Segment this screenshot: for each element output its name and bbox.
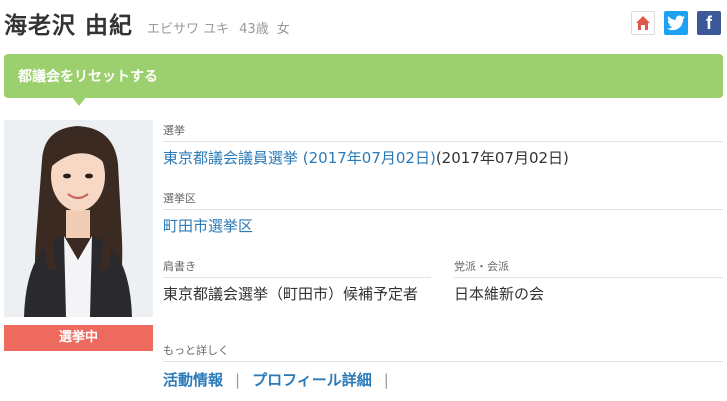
divider [163,141,723,142]
activity-link[interactable]: 活動情報 [163,369,223,390]
twitter-button[interactable] [664,11,688,35]
social-buttons: f [631,11,721,35]
divider [163,209,723,210]
election-value: 東京都議会議員選挙 (2017年07月02日)(2017年07月02日) [163,149,569,168]
title-label: 肩書き [163,260,196,273]
party-label: 党派・会派 [454,260,509,273]
candidate-age: 43歳 [239,22,269,37]
facebook-button[interactable]: f [697,11,721,35]
candidate-photo [4,120,153,317]
status-badge: 選挙中 [4,325,153,351]
home-button[interactable] [631,11,655,35]
divider [163,361,723,362]
separator: | [383,370,389,389]
profile-header: 海老沢 由紀 エビサワ ユキ 43歳 女 [4,6,290,40]
election-date: (2017年07月02日) [435,149,569,167]
title-value: 東京都議会選挙（町田市）候補予定者 [163,285,419,303]
candidate-sex: 女 [276,22,290,37]
election-label: 選挙 [163,124,185,137]
divider [163,277,431,278]
district-label: 選挙区 [163,192,196,205]
home-icon [636,16,650,30]
slogan-banner: 都議会をリセットする [4,54,723,98]
slogan-text: 都議会をリセットする [18,69,158,85]
candidate-kana: エビサワ ユキ [147,22,230,37]
candidate-name: 海老沢 由紀 [4,13,134,39]
divider [454,277,723,278]
separator: | [235,370,241,389]
facebook-icon: f [706,12,712,33]
profile-detail-link[interactable]: プロフィール詳細 [252,369,372,390]
banner-pointer [72,97,86,106]
district-value: 町田市選挙区 [163,217,253,236]
election-link[interactable]: 東京都議会議員選挙 (2017年07月02日) [163,149,436,167]
party-value: 日本維新の会 [454,285,545,303]
more-label: もっと詳しく [163,344,229,357]
twitter-icon [667,15,685,31]
more-links: 活動情報 | プロフィール詳細 | [163,369,389,390]
district-link[interactable]: 町田市選挙区 [163,217,253,235]
